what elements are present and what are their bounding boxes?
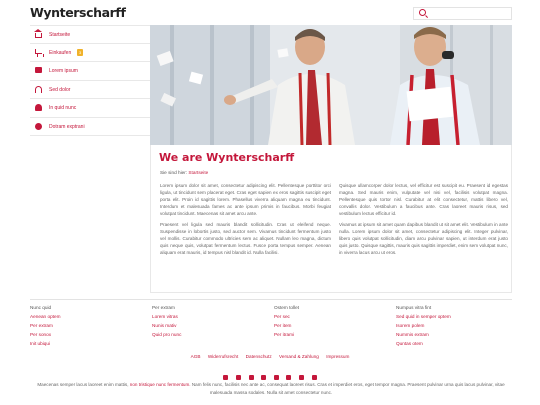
linkedin-icon[interactable] (261, 375, 267, 380)
main-content: We are Wynterscharff Sie sind hier: Star… (150, 145, 512, 293)
footer-link[interactable]: Per extram (30, 321, 61, 330)
cart-count-badge: 3 (77, 48, 84, 56)
text-column-left: Lorem ipsum dolor sit amet, consectetur … (160, 183, 331, 261)
sidebar-item-startseite[interactable]: Startseite (30, 25, 150, 44)
paragraph: Lorem ipsum dolor sit amet, consectetur … (160, 183, 331, 216)
text-column-right: Quisque ullamcorper dolor lectus, vel ef… (339, 183, 508, 261)
footer-column-heading: Nunc quid (30, 305, 52, 310)
footnote-link[interactable]: non tristique nunc fermentum. (130, 382, 191, 387)
footer-column-heading: Ostem tollet (274, 305, 300, 310)
twitter-icon[interactable] (248, 375, 254, 380)
footer-link[interactable]: Per sec (274, 312, 299, 321)
sidebar-item-label: Lorem ipsum (49, 68, 78, 74)
googleplus-icon[interactable] (286, 375, 292, 380)
sidebar-item-lorem-ipsum[interactable]: Lorem ipsum (30, 62, 150, 81)
cart-icon (35, 48, 44, 56)
footer-link[interactable]: Per sonox (30, 330, 61, 339)
paragraph: Vivamus at ipsum sit amet quam dapibus b… (339, 221, 508, 255)
footer-link[interactable]: Quntas otem (396, 339, 451, 348)
footer-link[interactable]: Quid pro nunc (152, 330, 181, 339)
headphones-icon (35, 85, 42, 93)
store-icon (35, 67, 42, 73)
xing-icon[interactable] (273, 375, 279, 380)
footer-note: Maecenas semper lacus laoreet enim matti… (30, 381, 512, 396)
sidebar-item-sed-dolor[interactable]: Sed dolor (30, 81, 150, 99)
globe-icon (35, 122, 42, 130)
sidebar-item-einkaufen[interactable]: Einkaufen 3 (30, 44, 150, 62)
sidebar-item-label: Einkaufen (49, 49, 72, 56)
legal-link-versand[interactable]: Versand & Zahlung (279, 354, 319, 359)
legal-link-widerrufsrecht[interactable]: Widerrufsrecht (208, 354, 238, 359)
footer-link[interactable]: Init ubiqui (30, 339, 61, 348)
pinterest-icon[interactable] (311, 375, 317, 380)
footnote-text: Nam felis nunc, facilisis nec ante ac, c… (191, 382, 505, 395)
footer-link[interactable]: Per itrami (274, 330, 299, 339)
footer-link[interactable]: Per item (274, 321, 299, 330)
footer-column-heading: Per extram (152, 305, 175, 310)
sidebar-item-label: Sed dolor (49, 86, 71, 93)
sidebar-nav: Startseite Einkaufen 3 Lorem ipsum Sed d… (30, 25, 150, 136)
mail-icon[interactable] (223, 375, 229, 380)
search-box[interactable] (413, 7, 512, 20)
facebook-icon[interactable] (235, 375, 241, 380)
footer-link[interactable]: Nunis mativ (152, 321, 181, 330)
footer-column-4: Numpus vitra fint Sed quid in semper opt… (396, 303, 451, 348)
breadcrumb-link-startseite[interactable]: Startseite (188, 170, 208, 175)
footer-link[interactable]: Sed quid in semper optem (396, 312, 451, 321)
sidebar-item-label: Startseite (49, 32, 71, 38)
breadcrumb: Sie sind hier: Startseite (160, 170, 208, 175)
hero-photo (150, 25, 512, 145)
legal-link-agb[interactable]: AGB (191, 354, 201, 359)
home-icon (34, 29, 42, 38)
paragraph: Praesent vel ligula sed mauris blandit s… (160, 221, 331, 255)
header: Wynterscharff (0, 0, 540, 26)
footer-column-1: Nunc quid Aenean optem Per extram Per so… (30, 303, 61, 348)
footnote-text: Maecenas semper lacus laoreet enim matti… (37, 382, 129, 387)
sidebar-item-label: In quid nunc (49, 105, 77, 111)
legal-links: AGB Widerrufsrecht Datenschutz Versand &… (0, 354, 540, 359)
footer-column-3: Ostem tollet Per sec Per item Per itrami (274, 303, 299, 339)
sidebar-item-label: Dotram exptrani (49, 123, 85, 130)
magnifier-icon[interactable] (419, 9, 426, 16)
footer-column-2: Per extram Lorem vitras Nunis mativ Quid… (152, 303, 181, 339)
footer-link[interactable]: Lorem vitras (152, 312, 181, 321)
hero-image (150, 25, 512, 145)
paragraph: Quisque ullamcorper dolor lectus, vel ef… (339, 183, 508, 216)
footer-link[interactable]: Isorem polem (396, 321, 451, 330)
youtube-icon[interactable] (299, 375, 305, 380)
footer-link[interactable]: Nummis extram (396, 330, 451, 339)
breadcrumb-prefix: Sie sind hier: (160, 170, 188, 175)
footer-divider (30, 299, 512, 300)
search-input[interactable] (430, 9, 508, 19)
site-logo[interactable]: Wynterscharff (30, 5, 126, 20)
sidebar-item-in-quid-nunc[interactable]: In quid nunc (30, 99, 150, 118)
footer-link[interactable]: Aenean optem (30, 312, 61, 321)
footer-column-heading: Numpus vitra fint (396, 305, 432, 310)
page-title: We are Wynterscharff (159, 151, 295, 164)
legal-link-impressum[interactable]: Impressum (326, 354, 349, 359)
sidebar-item-dotram-exptrani[interactable]: Dotram exptrani (30, 118, 150, 136)
legal-link-datenschutz[interactable]: Datenschutz (246, 354, 272, 359)
person-icon (35, 104, 42, 111)
